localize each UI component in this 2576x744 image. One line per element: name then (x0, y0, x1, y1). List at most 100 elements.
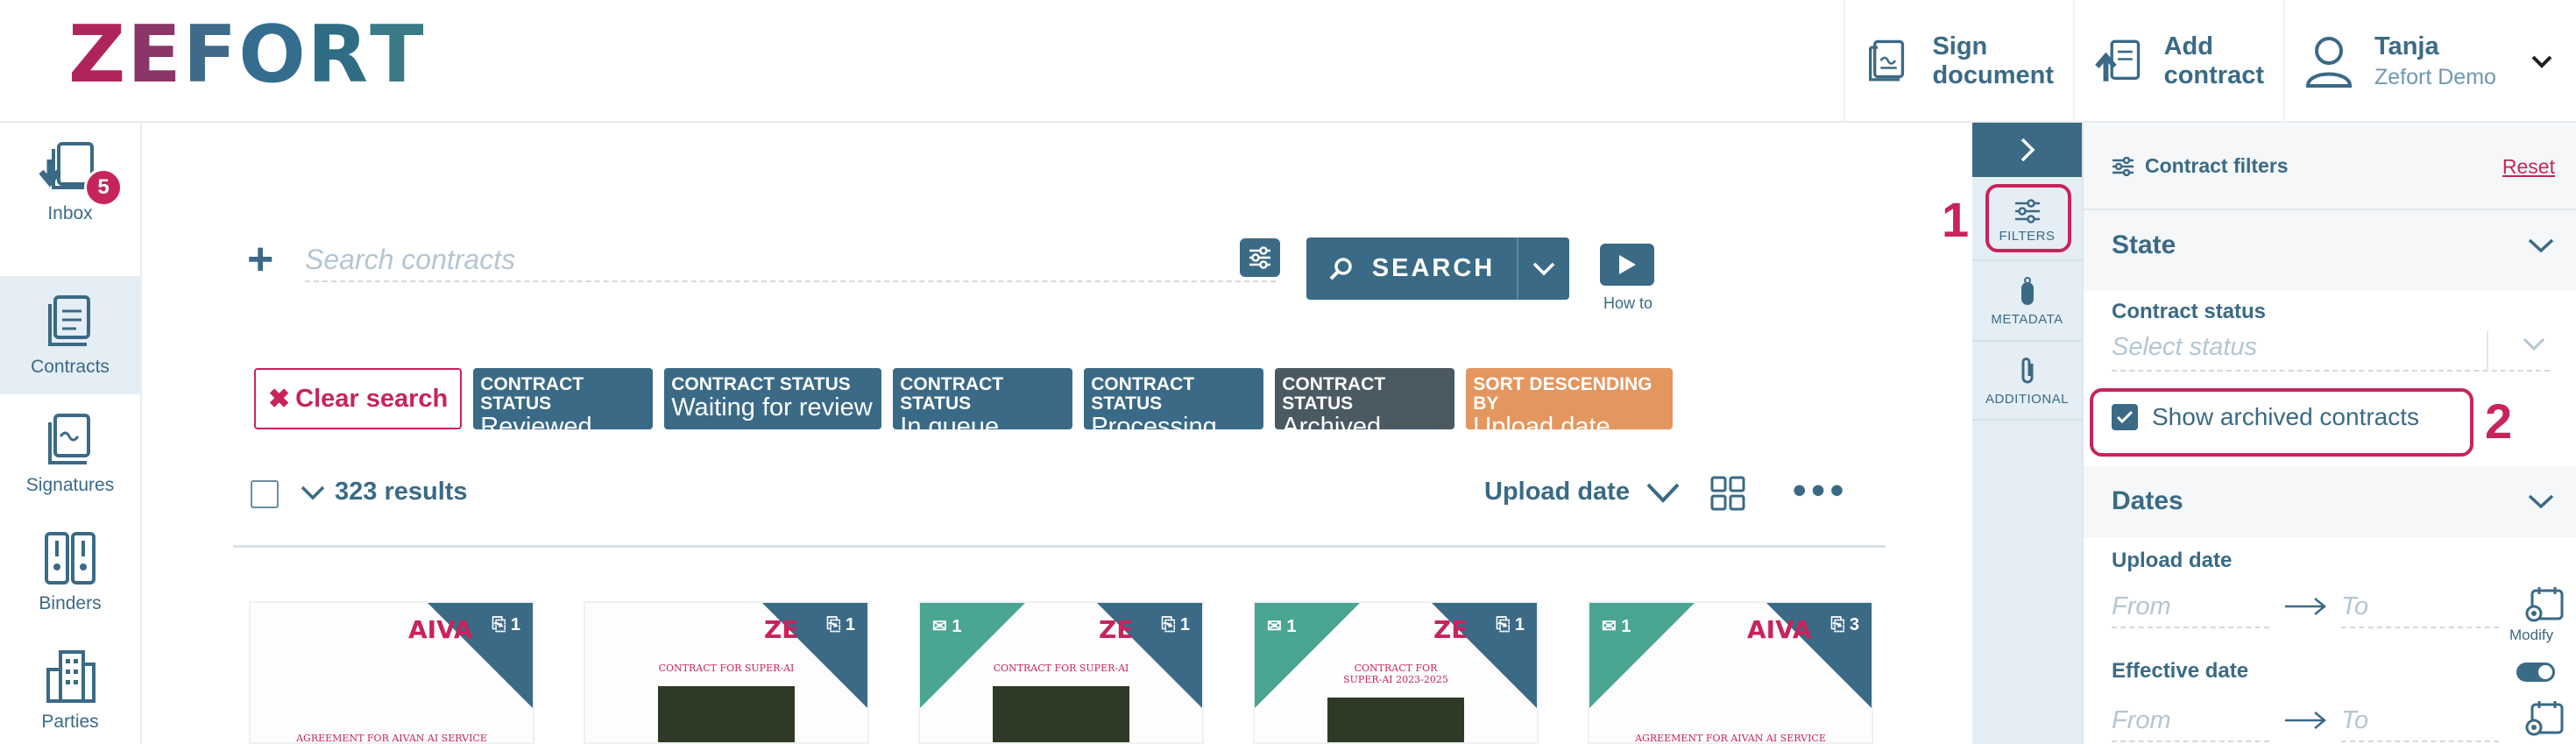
card-title: CONTRACT FOR SUPER-AI 2023-2025 (1343, 663, 1448, 685)
highlight-frame-filters (1985, 184, 2071, 252)
zefort-logo[interactable]: ZEFORT (68, 16, 425, 95)
chip-value: Archived (1282, 413, 1382, 442)
email-count: ✉ 1 (1602, 617, 1631, 636)
filter-chip[interactable]: CONTRACT STATUS Processing (1084, 368, 1264, 441)
attachment-count-value: 1 (1514, 615, 1525, 634)
active-filter-chips: ✖ Clear search CONTRACT STATUS Reviewed C… (254, 368, 1674, 441)
contract-card[interactable]: ✉ 1 AIVA ⎘ 3 AGREEMENT FOR AIVAN AI SERV… (1588, 601, 1873, 744)
search-input[interactable] (305, 238, 1276, 282)
card-brand: AIVA (408, 615, 473, 644)
binders-icon (45, 531, 96, 585)
filter-chip[interactable]: CONTRACT STATUS Reviewed (473, 368, 654, 441)
reset-filters-link[interactable]: Reset (2502, 155, 2555, 179)
user-menu[interactable]: Tanja Zefort Demo (2283, 0, 2576, 123)
email-count-value: 1 (1621, 617, 1631, 636)
logo-letter: R (307, 9, 371, 101)
sort-chip[interactable]: SORT DESCENDING BY Upload date (1466, 368, 1674, 441)
sidebar-item-label: Binders (39, 592, 102, 613)
user-info: Tanja Zefort Demo (2374, 32, 2496, 90)
card-brand: AIVA (1747, 615, 1812, 644)
upload-date-to-input[interactable]: To (2341, 592, 2499, 628)
sliders-icon (2112, 156, 2134, 176)
search-button[interactable]: SEARCH (1306, 237, 1569, 300)
card-brand: ZE (1433, 615, 1468, 644)
attachment-count: ⎘ 1 (492, 615, 520, 634)
dates-section-title: Dates (2112, 486, 2183, 515)
calendar-gear-icon[interactable] (2523, 585, 2565, 624)
chevron-right-icon (2020, 138, 2035, 162)
chevron-down-icon (301, 485, 325, 500)
attachment-count-value: 1 (1179, 615, 1190, 634)
how-to-video-button[interactable] (1600, 244, 1654, 286)
search-button-label: SEARCH (1371, 254, 1496, 282)
tab-metadata[interactable]: METADATA (1972, 263, 2082, 342)
tab-additional[interactable]: ADDITIONAL (1972, 342, 2082, 421)
sidebar-item-label: Contracts (31, 356, 110, 377)
top-header: ZEFORT Sign document Add contract Tanja … (0, 0, 2576, 123)
effective-date-to-input[interactable]: To (2341, 706, 2499, 742)
contract-card[interactable]: ZE ⎘ 1 CONTRACT FOR SUPER-AI (584, 601, 869, 744)
sliders-icon (1249, 246, 1270, 269)
calendar-gear-icon[interactable] (2523, 699, 2565, 738)
card-title: CONTRACT FOR SUPER-AI (993, 663, 1129, 674)
chip-value: Reviewed (480, 413, 592, 442)
attachment-count: ⎘ 1 (1496, 615, 1525, 634)
attachment-count: ⎘ 1 (826, 615, 855, 634)
results-count[interactable]: 323 results (300, 478, 468, 507)
sidebar-item-signatures[interactable]: Signatures (0, 394, 140, 513)
attachment-count-value: 1 (845, 615, 855, 634)
collapse-panel-button[interactable] (1972, 123, 2082, 177)
sidebar-item-inbox[interactable]: 5 Inbox (0, 123, 140, 241)
filter-panel-title-label: Contract filters (2145, 154, 2289, 177)
card-title: AGREEMENT FOR AIVAN AI SERVICE (296, 733, 487, 744)
sort-label: Upload date (1484, 478, 1630, 506)
filter-chip[interactable]: CONTRACT STATUS In queue (893, 368, 1073, 441)
email-count-value: 1 (1286, 617, 1297, 636)
select-all-checkbox[interactable] (251, 480, 279, 508)
sort-selector[interactable]: Upload date (1484, 478, 1681, 507)
card-brand: ZE (764, 615, 799, 644)
filter-panel-title: Contract filters (2112, 154, 2289, 178)
contract-card[interactable]: AIVA ⎘ 1 AGREEMENT FOR AIVAN AI SERVICE (249, 601, 534, 744)
add-contract-button[interactable]: Add contract (2073, 0, 2283, 123)
sidebar-item-parties[interactable]: Parties (0, 631, 140, 744)
tab-label: ADDITIONAL (1985, 391, 2069, 407)
contract-card[interactable]: ✉ 1 ZE ⎘ 1 CONTRACT FOR SUPER-AI (918, 601, 1204, 744)
filter-chip[interactable]: CONTRACT STATUS Waiting for review (664, 368, 882, 429)
search-button-main[interactable]: SEARCH (1306, 254, 1517, 283)
search-options-dropdown[interactable] (1517, 237, 1569, 300)
card-thumbnail (993, 686, 1129, 742)
how-to-label: How to (1603, 294, 1653, 312)
grid-view-icon[interactable] (1710, 476, 1745, 511)
sidebar-item-contracts[interactable]: Contracts (0, 276, 140, 394)
card-thumbnail (658, 686, 795, 742)
modify-date-label[interactable]: Modify (2509, 627, 2553, 644)
email-count: ✉ 1 (1267, 617, 1297, 636)
advanced-search-button[interactable] (1240, 238, 1280, 277)
dates-section-body: Upload date From To Effective date From … (2084, 538, 2576, 744)
more-options-icon[interactable]: ••• (1793, 469, 1849, 513)
add-search-term-icon[interactable]: + (247, 237, 273, 282)
clear-search-button[interactable]: ✖ Clear search (254, 368, 463, 429)
contract-status-select[interactable]: Select status (2112, 326, 2550, 372)
filter-chip[interactable]: CONTRACT STATUS Archived (1275, 368, 1455, 441)
sidebar-item-binders[interactable]: Binders (0, 513, 140, 631)
chip-value: Upload date (1473, 413, 1610, 442)
app: ZEFORT Sign document Add contract Tanja … (0, 0, 2576, 744)
upload-date-from-input[interactable]: From (2112, 592, 2269, 628)
signatures-icon (48, 413, 90, 464)
card-thumbnail (1327, 698, 1464, 742)
effective-date-from-input[interactable]: From (2112, 706, 2269, 742)
status-placeholder: Select status (2112, 333, 2258, 361)
effective-date-toggle[interactable] (2516, 663, 2555, 682)
sign-document-button[interactable]: Sign document (1844, 0, 2073, 123)
play-icon (1619, 255, 1636, 274)
state-section-header[interactable]: State (2084, 212, 2576, 279)
paperclip-icon (2021, 357, 2033, 383)
contracts-icon (48, 294, 90, 346)
contract-card[interactable]: ✉ 1 ZE ⎘ 1 CONTRACT FOR SUPER-AI 2023-20… (1253, 601, 1539, 744)
sign-document-icon (1869, 39, 1905, 81)
dates-section-header[interactable]: Dates (2084, 468, 2576, 535)
annotation-number-1: 1 (1942, 192, 1970, 247)
sign-document-label: Sign document (1932, 32, 2054, 89)
